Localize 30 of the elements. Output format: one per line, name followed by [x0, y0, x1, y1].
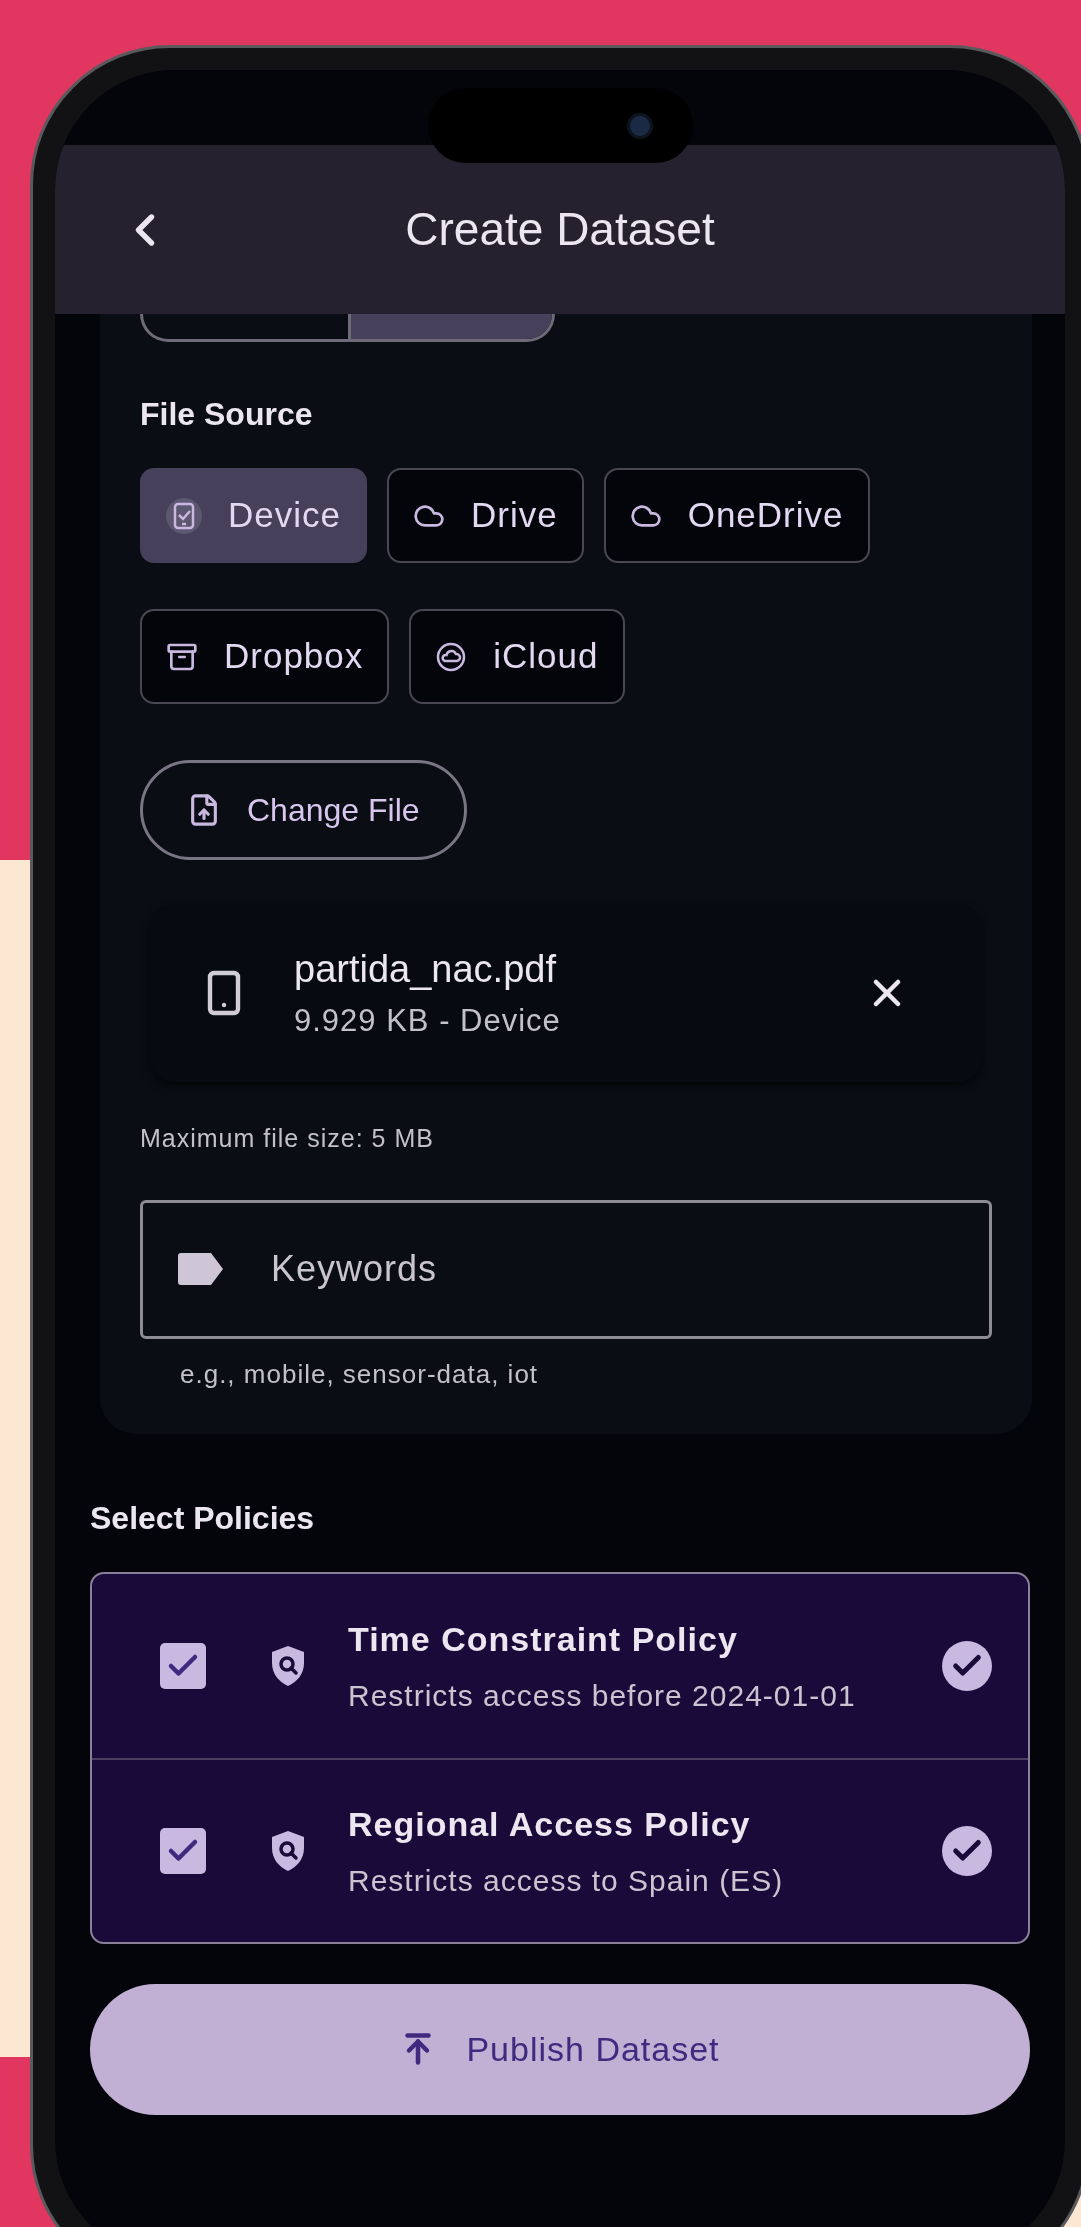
keywords-field[interactable]: Keywords: [140, 1199, 992, 1339]
policy-title: Time Constraint Policy: [348, 1618, 739, 1660]
cloud-circle-icon: [435, 640, 468, 673]
source-chip[interactable]: Device: [140, 468, 367, 563]
shield-search-icon: [270, 1644, 306, 1687]
publish-button[interactable]: Publish Dataset: [90, 1983, 1030, 2115]
source-chip[interactable]: OneDrive: [603, 468, 870, 563]
shield-search-icon: [270, 1829, 306, 1872]
section-heading: Select Policies: [90, 1498, 316, 1538]
policy-row[interactable]: Time Constraint Policy Restricts access before 2024-01-01: [92, 1573, 1028, 1758]
policy-description: Restricts access to Spain (ES): [348, 1862, 785, 1899]
source-chip[interactable]: Drive: [387, 468, 584, 563]
tag-icon: [177, 1250, 225, 1287]
checkbox[interactable]: [160, 1827, 206, 1874]
size-note: Maximum file size: 5 MB: [140, 1123, 435, 1154]
camera-lens: [627, 112, 653, 139]
policy-description: Restricts access before 2024-01-01: [348, 1677, 857, 1714]
source-chip[interactable]: Dropbox: [140, 609, 390, 704]
section-label: File Source: [140, 395, 314, 434]
file-meta: 9.929 KB - Device: [294, 1002, 562, 1041]
helper-text: e.g., mobile, sensor-data, iot: [180, 1357, 540, 1391]
checkbox[interactable]: [160, 1642, 206, 1689]
change-file-button[interactable]: Change File: [140, 760, 467, 860]
file-name: partida_nac.pdf: [294, 947, 557, 993]
source-chip[interactable]: iCloud: [409, 609, 625, 704]
phone-check-icon: [166, 497, 202, 534]
segmented-control[interactable]: [140, 314, 555, 342]
screen-title: Create Dataset: [404, 202, 716, 257]
policy-row[interactable]: Regional Access Policy Restricts access to Spain (ES): [92, 1757, 1028, 1942]
policy-title: Regional Access Policy: [348, 1803, 752, 1845]
